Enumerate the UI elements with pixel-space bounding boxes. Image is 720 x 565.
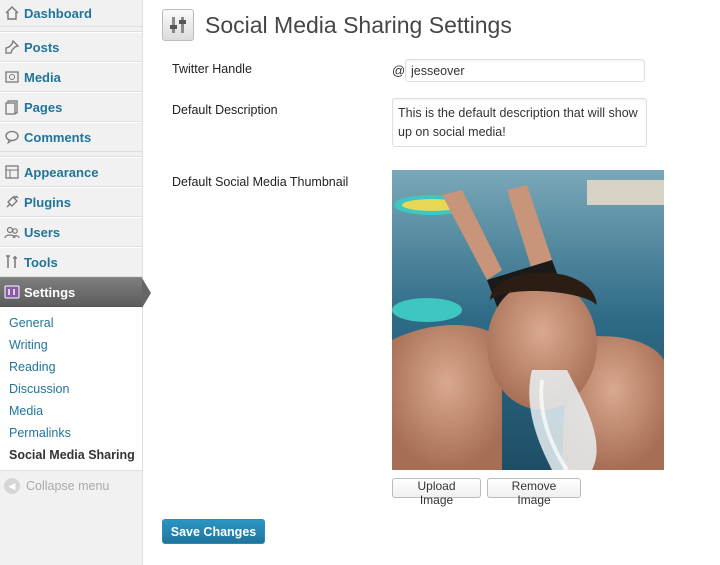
menu-item-plugins[interactable]: Plugins — [0, 187, 142, 217]
menu-item-users[interactable]: Users — [0, 217, 142, 247]
submenu-item-writing[interactable]: Writing — [0, 334, 142, 356]
page-title: Social Media Sharing Settings — [205, 11, 512, 38]
plug-icon — [4, 194, 20, 210]
submenu-item-permalinks[interactable]: Permalinks — [0, 422, 142, 444]
twitter-handle-input[interactable] — [405, 59, 645, 82]
menu-item-settings[interactable]: Settings — [0, 277, 151, 308]
comment-icon — [4, 129, 20, 145]
menu-label: Users — [24, 224, 61, 240]
menu-item-comments[interactable]: Comments — [0, 122, 142, 152]
menu-label: Media — [24, 69, 61, 85]
save-changes-button[interactable]: Save Changes — [162, 519, 265, 544]
users-icon — [4, 224, 20, 240]
menu-label: Appearance — [24, 164, 99, 180]
collapse-menu-button[interactable]: ◀ Collapse menu — [0, 471, 142, 501]
media-icon — [4, 69, 20, 85]
submenu-item-general[interactable]: General — [0, 312, 142, 334]
at-sign: @ — [392, 63, 406, 78]
settings-page-icon — [162, 9, 194, 41]
page-header: Social Media Sharing Settings — [162, 9, 512, 41]
admin-sidebar: Dashboard Posts Media Pages Comments App… — [0, 0, 151, 565]
menu-label: Dashboard — [24, 5, 92, 21]
menu-label: Posts — [24, 39, 60, 55]
collapse-arrow-icon: ◀ — [4, 478, 20, 494]
menu-item-tools[interactable]: Tools — [0, 247, 142, 277]
menu-item-dashboard[interactable]: Dashboard — [0, 0, 142, 27]
menu-label: Tools — [24, 254, 58, 270]
appearance-icon — [4, 164, 20, 180]
twitter-handle-label: Twitter Handle — [172, 62, 252, 76]
submenu-item-media[interactable]: Media — [0, 400, 142, 422]
default-description-label: Default Description — [172, 103, 278, 117]
submenu-item-discussion[interactable]: Discussion — [0, 378, 142, 400]
collapse-menu-label: Collapse menu — [26, 479, 110, 493]
default-thumbnail-label: Default Social Media Thumbnail — [172, 175, 349, 189]
menu-label: Plugins — [24, 194, 71, 210]
pages-icon — [4, 99, 20, 115]
menu-label: Pages — [24, 99, 63, 115]
menu-label: Comments — [24, 129, 92, 145]
default-description-textarea[interactable]: This is the default description that wil… — [392, 98, 647, 147]
submenu-item-reading[interactable]: Reading — [0, 356, 142, 378]
submenu-item-social-media-sharing[interactable]: Social Media Sharing — [0, 444, 142, 466]
dashboard-icon — [4, 5, 20, 21]
menu-item-pages[interactable]: Pages — [0, 92, 142, 122]
settings-icon — [4, 284, 20, 300]
pushpin-icon — [4, 39, 20, 55]
menu-item-media[interactable]: Media — [0, 62, 142, 92]
menu-item-appearance[interactable]: Appearance — [0, 157, 142, 187]
upload-image-button[interactable]: Upload Image — [392, 478, 481, 507]
menu-label: Settings — [24, 284, 76, 300]
thumbnail-image — [392, 170, 664, 470]
settings-submenu: General Writing Reading Discussion Media… — [0, 307, 142, 471]
remove-image-button[interactable]: Remove Image — [487, 478, 581, 507]
menu-item-posts[interactable]: Posts — [0, 32, 142, 62]
tools-icon — [4, 254, 20, 270]
